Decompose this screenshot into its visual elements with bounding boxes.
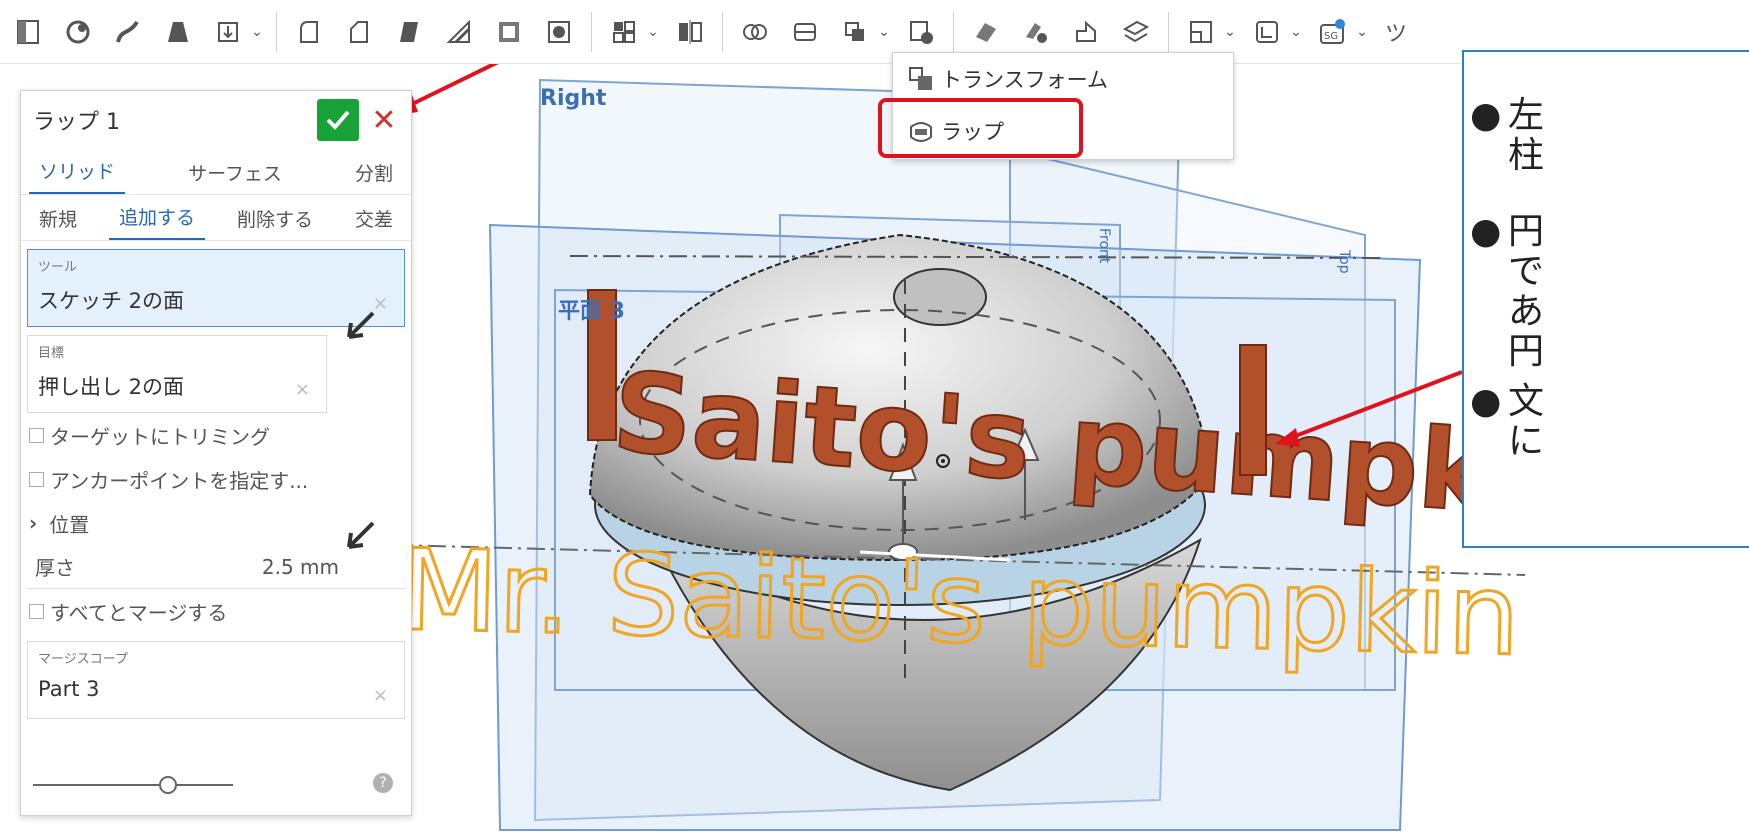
sheet-metal-icon[interactable]: [1247, 12, 1287, 52]
trim-label: ターゲットにトリミング: [50, 424, 270, 449]
note-bullet-1: ● 左柱: [1470, 95, 1545, 176]
shell-icon[interactable]: [489, 12, 529, 52]
thickness-label: 厚さ: [35, 556, 75, 580]
helix-icon[interactable]: [1181, 12, 1221, 52]
toolbar-divider: [276, 11, 277, 52]
flip-direction-icon[interactable]: [343, 519, 377, 553]
trim-checkbox[interactable]: ターゲットにトリミング: [21, 413, 411, 457]
position-label: 位置: [49, 512, 90, 537]
tool-label: ツール: [38, 260, 78, 275]
sketch-text: Mr. Saito's pumpkin: [399, 526, 1522, 681]
feature-icon[interactable]: [58, 12, 98, 52]
fillet-icon[interactable]: [289, 12, 329, 52]
clear-icon[interactable]: ×: [373, 685, 388, 706]
chevron-down-icon[interactable]: ⌄: [877, 24, 891, 40]
cancel-button[interactable]: ✕: [369, 99, 399, 141]
op-new[interactable]: 新規: [29, 205, 87, 240]
plane-front-label: Front: [1096, 228, 1112, 264]
annotation-note: ● 左柱 ● 円であ円 ● 文に: [1462, 50, 1749, 548]
check-icon: [326, 110, 350, 130]
op-add[interactable]: 追加する: [108, 203, 205, 240]
clear-icon[interactable]: ×: [295, 379, 310, 400]
tool-value: スケッチ 2の面: [38, 289, 185, 313]
menu-item-label: トランスフォーム: [941, 68, 1108, 92]
op-remove[interactable]: 削除する: [227, 205, 323, 240]
sketch-icon[interactable]: [8, 12, 48, 52]
anchor-label: アンカーポイントを指定す...: [50, 468, 309, 493]
more-icon[interactable]: ツ: [1385, 16, 1407, 48]
note-bullet-3: ● 文に: [1470, 381, 1545, 462]
stem-hole: [893, 268, 987, 326]
plane-right-label: Right: [540, 86, 607, 111]
wrapped-letter-right: [1239, 344, 1267, 476]
transform-icon: [909, 67, 932, 90]
toolbar-divider: [722, 11, 723, 52]
chevron-right-icon: ›: [29, 511, 38, 535]
toolbar-divider: [1168, 11, 1169, 52]
sg-icon[interactable]: SG: [1313, 12, 1353, 52]
target-label: 目標: [38, 346, 65, 361]
plane-top-label: Top: [1336, 249, 1352, 274]
pattern-icon[interactable]: [604, 12, 644, 52]
tab-split[interactable]: 分割: [345, 159, 403, 194]
wrap-feature-panel: ラップ 1 ✕ ソリッド サーフェス 分割 新規 追加する 削除する 交差 ツー…: [20, 90, 412, 816]
target-field[interactable]: 目標 押し出し 2の面 ×: [27, 335, 327, 413]
wrap-highlight-annotation: [878, 98, 1083, 158]
history-slider[interactable]: [33, 775, 233, 795]
direction-arrow-icon[interactable]: [343, 309, 377, 343]
thicken-icon[interactable]: [208, 12, 248, 52]
hole-icon[interactable]: [539, 12, 579, 52]
target-value: 押し出し 2の面: [38, 375, 185, 399]
help-icon[interactable]: ?: [373, 773, 393, 793]
panel-title[interactable]: ラップ 1: [33, 104, 317, 136]
loft-icon[interactable]: [158, 12, 198, 52]
chamfer-icon[interactable]: [339, 12, 379, 52]
sweep-icon[interactable]: [108, 12, 148, 52]
tab-surface[interactable]: サーフェス: [178, 159, 292, 194]
chevron-down-icon[interactable]: ⌄: [1355, 24, 1369, 40]
rib-icon[interactable]: [439, 12, 479, 52]
merge-scope-field[interactable]: マージスコープ Part 3 ×: [27, 641, 405, 719]
thickness-value[interactable]: 2.5 mm: [262, 555, 339, 579]
merge-all-checkbox[interactable]: すべてとマージする: [21, 589, 411, 633]
plane-3-label: 平面 3: [558, 299, 625, 324]
chevron-down-icon[interactable]: ⌄: [250, 24, 264, 40]
op-intersect[interactable]: 交差: [345, 205, 403, 240]
svg-text:SG: SG: [1324, 31, 1338, 42]
tab-solid[interactable]: ソリッド: [29, 157, 126, 194]
note-bullet-2: ● 円であ円: [1470, 211, 1545, 372]
delete-icon[interactable]: [901, 12, 941, 52]
transform-icon[interactable]: [835, 12, 875, 52]
chevron-down-icon[interactable]: ⌄: [1289, 24, 1303, 40]
toolbar-divider: [953, 11, 954, 52]
anchor-checkbox[interactable]: アンカーポイントを指定す...: [21, 457, 411, 501]
merge-all-label: すべてとマージする: [50, 600, 228, 625]
chevron-down-icon[interactable]: ⌄: [1223, 24, 1237, 40]
draft-icon[interactable]: [389, 12, 429, 52]
merge-scope-value: Part 3: [38, 677, 100, 701]
merge-scope-label: マージスコープ: [38, 652, 128, 667]
offset-surface-icon[interactable]: [1066, 12, 1106, 52]
move-face-icon[interactable]: [966, 12, 1006, 52]
split-icon[interactable]: [785, 12, 825, 52]
boolean-icon[interactable]: [735, 12, 775, 52]
chevron-down-icon[interactable]: ⌄: [646, 24, 660, 40]
replace-face-icon[interactable]: [1016, 12, 1056, 52]
ok-button[interactable]: [317, 99, 359, 141]
toolbar-divider: [591, 11, 592, 52]
plane-icon[interactable]: [1116, 12, 1156, 52]
mirror-icon[interactable]: [670, 12, 710, 52]
